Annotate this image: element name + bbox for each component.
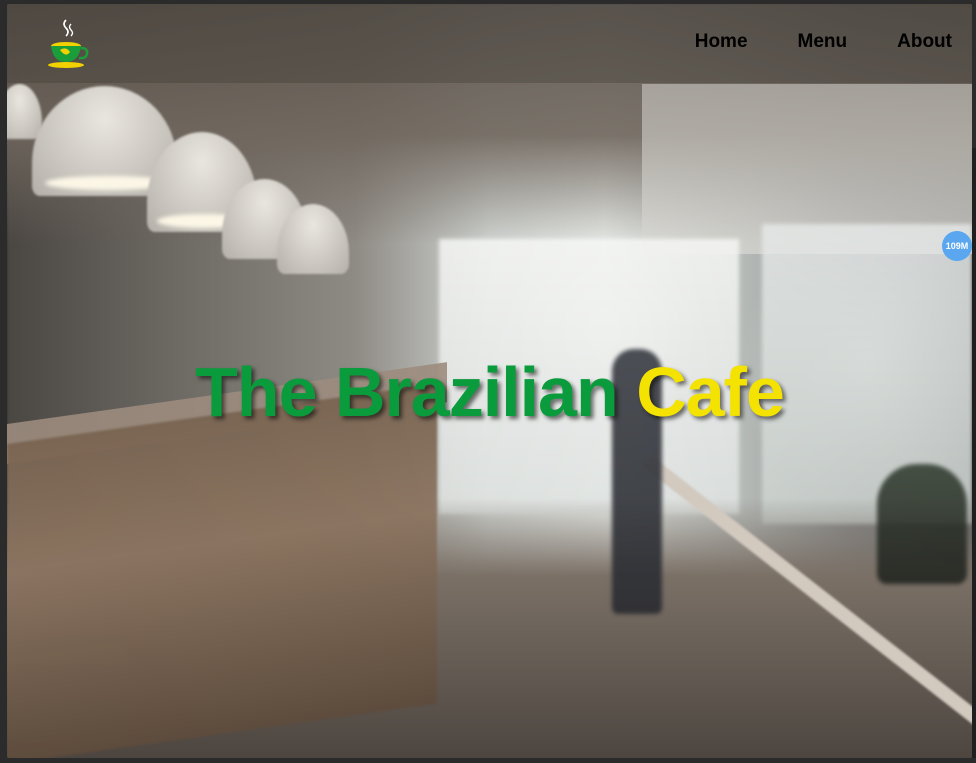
nav-menu-link[interactable]: Menu bbox=[798, 31, 848, 53]
hero-title-cafe: Cafe bbox=[636, 353, 785, 431]
nav-about-link[interactable]: About bbox=[897, 31, 952, 53]
hero-title: The Brazilian Cafe bbox=[7, 352, 972, 432]
counter bbox=[7, 383, 437, 758]
main-nav: Home Menu About bbox=[695, 31, 952, 53]
scrollbar-edge[interactable] bbox=[972, 148, 976, 758]
nav-home-link[interactable]: Home bbox=[695, 31, 748, 53]
navbar: Home Menu About bbox=[7, 4, 972, 83]
app-window: Home Menu About The Brazilian Cafe 109M bbox=[7, 4, 972, 758]
memory-badge[interactable]: 109M bbox=[942, 231, 972, 261]
seated-person bbox=[877, 464, 967, 584]
hero-title-brazilian: The Brazilian bbox=[195, 353, 619, 431]
coffee-cup-icon[interactable] bbox=[44, 16, 90, 70]
